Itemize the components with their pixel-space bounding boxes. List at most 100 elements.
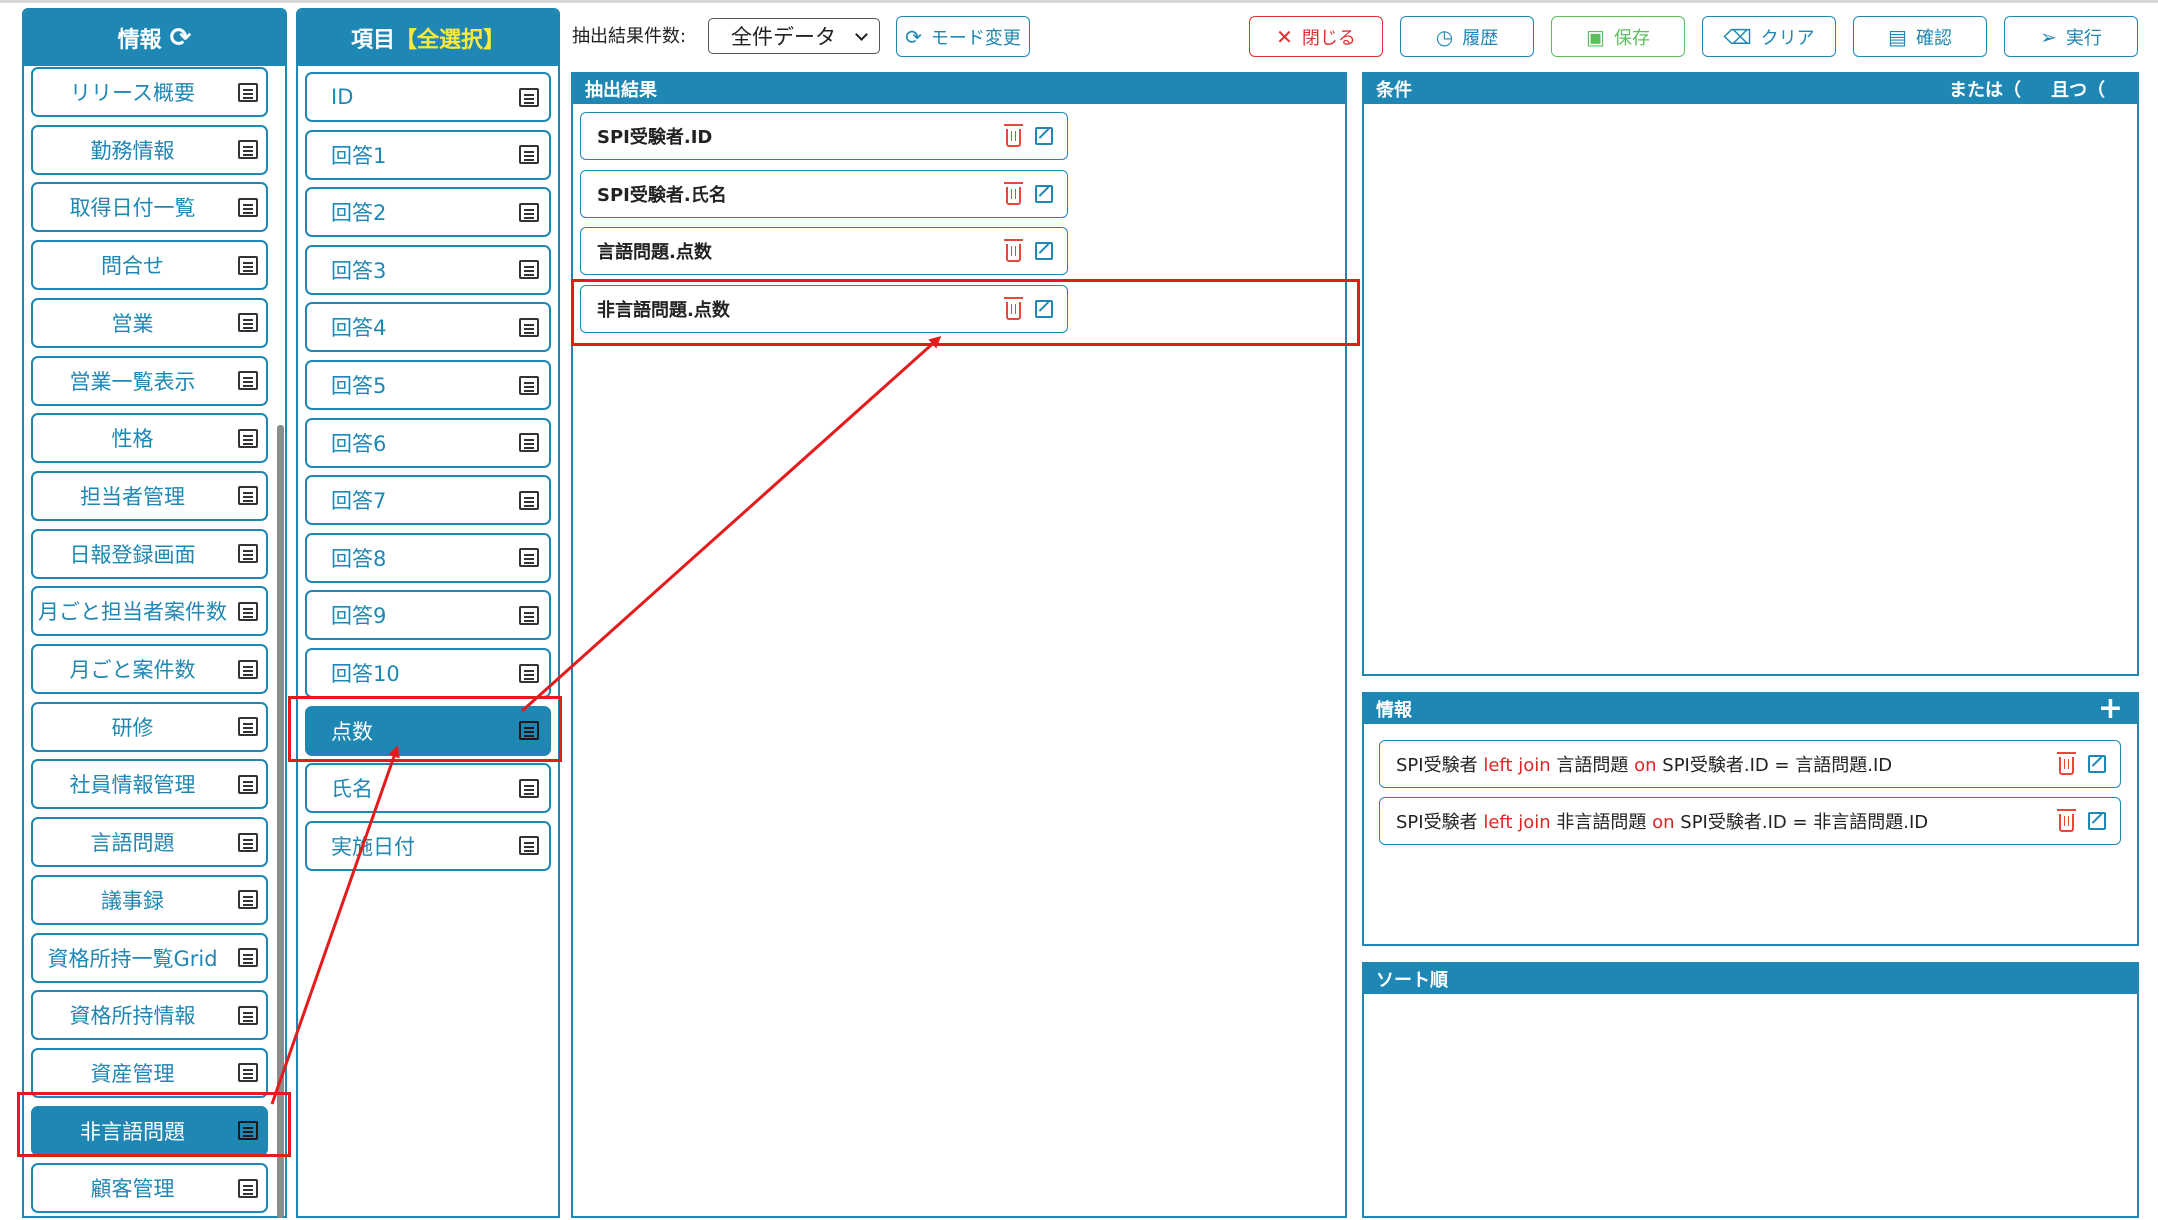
document-icon[interactable] <box>519 87 539 107</box>
document-icon[interactable] <box>238 428 258 448</box>
document-icon[interactable] <box>238 1121 258 1141</box>
result-row[interactable]: SPI受験者.ID <box>580 112 1068 160</box>
document-icon[interactable] <box>238 832 258 852</box>
edit-icon[interactable] <box>2088 755 2106 773</box>
document-icon[interactable] <box>519 490 539 510</box>
table-item[interactable]: 日報登録画面 <box>31 528 268 579</box>
document-icon[interactable] <box>238 774 258 794</box>
table-item[interactable]: 営業一覧表示 <box>31 355 268 406</box>
document-icon[interactable] <box>238 255 258 275</box>
field-item[interactable]: ID <box>305 72 551 122</box>
confirm-button[interactable]: ▤ 確認 <box>1853 16 1987 57</box>
edit-icon[interactable] <box>1035 299 1053 318</box>
document-icon[interactable] <box>519 202 539 222</box>
table-item[interactable]: 取得日付一覧 <box>31 182 268 233</box>
close-button[interactable]: ✕ 閉じる <box>1249 16 1383 57</box>
table-item[interactable]: 社員情報管理 <box>31 759 268 810</box>
table-item[interactable]: 担当者管理 <box>31 470 268 521</box>
edit-icon[interactable] <box>1035 242 1053 260</box>
trash-icon[interactable] <box>1004 124 1023 147</box>
join-row[interactable]: SPI受験者 left join 言語問題 on SPI受験者.ID = 言語問… <box>1379 740 2121 788</box>
field-item[interactable]: 回答3 <box>305 244 551 295</box>
add-join-button[interactable]: + <box>2098 694 2137 724</box>
document-icon[interactable] <box>519 778 539 798</box>
select-all-link[interactable]: 【全選択】 <box>395 22 505 54</box>
field-item[interactable]: 氏名 <box>305 763 551 814</box>
document-icon[interactable] <box>238 371 258 390</box>
field-item[interactable]: 実施日付 <box>305 820 551 871</box>
document-icon[interactable] <box>238 717 258 737</box>
table-item[interactable]: 勤務情報 <box>31 124 268 175</box>
edit-icon[interactable] <box>2088 812 2106 830</box>
document-icon[interactable] <box>238 1178 258 1198</box>
table-item[interactable]: 月ごと担当者案件数 <box>31 586 268 637</box>
document-icon[interactable] <box>238 544 258 564</box>
clear-button[interactable]: ⌫ クリア <box>1702 16 1836 57</box>
document-icon[interactable] <box>238 890 258 910</box>
refresh-icon[interactable]: ⟳ <box>170 23 192 53</box>
document-icon[interactable] <box>238 601 258 621</box>
edit-icon[interactable] <box>1035 184 1053 203</box>
table-item[interactable]: 非言語問題 <box>31 1105 268 1156</box>
result-row[interactable]: 言語問題.点数 <box>580 227 1068 275</box>
execute-button[interactable]: ➢ 実行 <box>2004 16 2138 57</box>
table-item[interactable]: 月ごと案件数 <box>31 644 268 694</box>
field-item[interactable]: 回答10 <box>305 648 551 698</box>
table-item[interactable]: 問合せ <box>31 240 268 291</box>
document-icon[interactable] <box>519 145 539 165</box>
result-row[interactable]: SPI受験者.氏名 <box>580 169 1068 218</box>
field-item[interactable]: 回答1 <box>305 129 551 180</box>
table-item[interactable]: 資産管理 <box>31 1047 268 1098</box>
field-item[interactable]: 回答4 <box>305 302 551 353</box>
table-item[interactable]: 性格 <box>31 413 268 464</box>
document-icon[interactable] <box>238 1063 258 1083</box>
field-item[interactable]: 回答2 <box>305 187 551 238</box>
document-icon[interactable] <box>519 433 539 453</box>
trash-icon[interactable] <box>1004 239 1023 262</box>
document-icon[interactable] <box>238 140 258 160</box>
table-item[interactable]: 資格所持一覧Grid <box>31 932 268 983</box>
save-button[interactable]: ▣ 保存 <box>1551 16 1685 57</box>
result-count-select[interactable]: 全件データ <box>708 18 880 54</box>
document-icon[interactable] <box>519 605 539 625</box>
join-row[interactable]: SPI受験者 left join 非言語問題 on SPI受験者.ID = 非言… <box>1379 797 2121 845</box>
mode-change-button[interactable]: ⟳ モード変更 <box>896 16 1030 57</box>
field-item[interactable]: 回答8 <box>305 532 551 583</box>
document-icon[interactable] <box>238 659 258 679</box>
trash-icon[interactable] <box>1004 296 1023 320</box>
tables-scrollbar[interactable] <box>277 425 284 1218</box>
trash-icon[interactable] <box>1004 181 1023 205</box>
and-group-button[interactable]: 且つ（ <box>2051 76 2105 102</box>
or-group-button[interactable]: または（ <box>1949 76 2021 102</box>
edit-icon[interactable] <box>1035 127 1053 145</box>
trash-icon[interactable] <box>2057 752 2076 775</box>
document-icon[interactable] <box>238 82 258 102</box>
document-icon[interactable] <box>238 197 258 217</box>
table-item[interactable]: 顧客管理 <box>31 1163 268 1214</box>
document-icon[interactable] <box>519 317 539 337</box>
field-item[interactable]: 回答5 <box>305 360 551 410</box>
field-item[interactable]: 点数 <box>305 705 551 756</box>
document-icon[interactable] <box>519 721 539 741</box>
table-item[interactable]: 資格所持情報 <box>31 990 268 1041</box>
document-icon[interactable] <box>519 260 539 280</box>
document-icon[interactable] <box>519 375 539 395</box>
table-item[interactable]: 営業 <box>31 297 268 348</box>
result-row[interactable]: 非言語問題.点数 <box>580 284 1068 333</box>
document-icon[interactable] <box>238 313 258 333</box>
history-button[interactable]: ◷ 履歴 <box>1400 16 1534 57</box>
document-icon[interactable] <box>238 486 258 506</box>
document-icon[interactable] <box>238 1005 258 1025</box>
document-icon[interactable] <box>519 836 539 856</box>
document-icon[interactable] <box>519 548 539 568</box>
field-item[interactable]: 回答9 <box>305 590 551 641</box>
document-icon[interactable] <box>238 948 258 967</box>
table-item[interactable]: 言語問題 <box>31 817 268 868</box>
table-item[interactable]: 議事録 <box>31 874 268 925</box>
table-item[interactable]: リリース概要 <box>31 67 268 117</box>
field-item[interactable]: 回答7 <box>305 475 551 526</box>
trash-icon[interactable] <box>2057 809 2076 832</box>
table-item[interactable]: 研修 <box>31 701 268 752</box>
document-icon[interactable] <box>519 663 539 683</box>
field-item[interactable]: 回答6 <box>305 417 551 468</box>
